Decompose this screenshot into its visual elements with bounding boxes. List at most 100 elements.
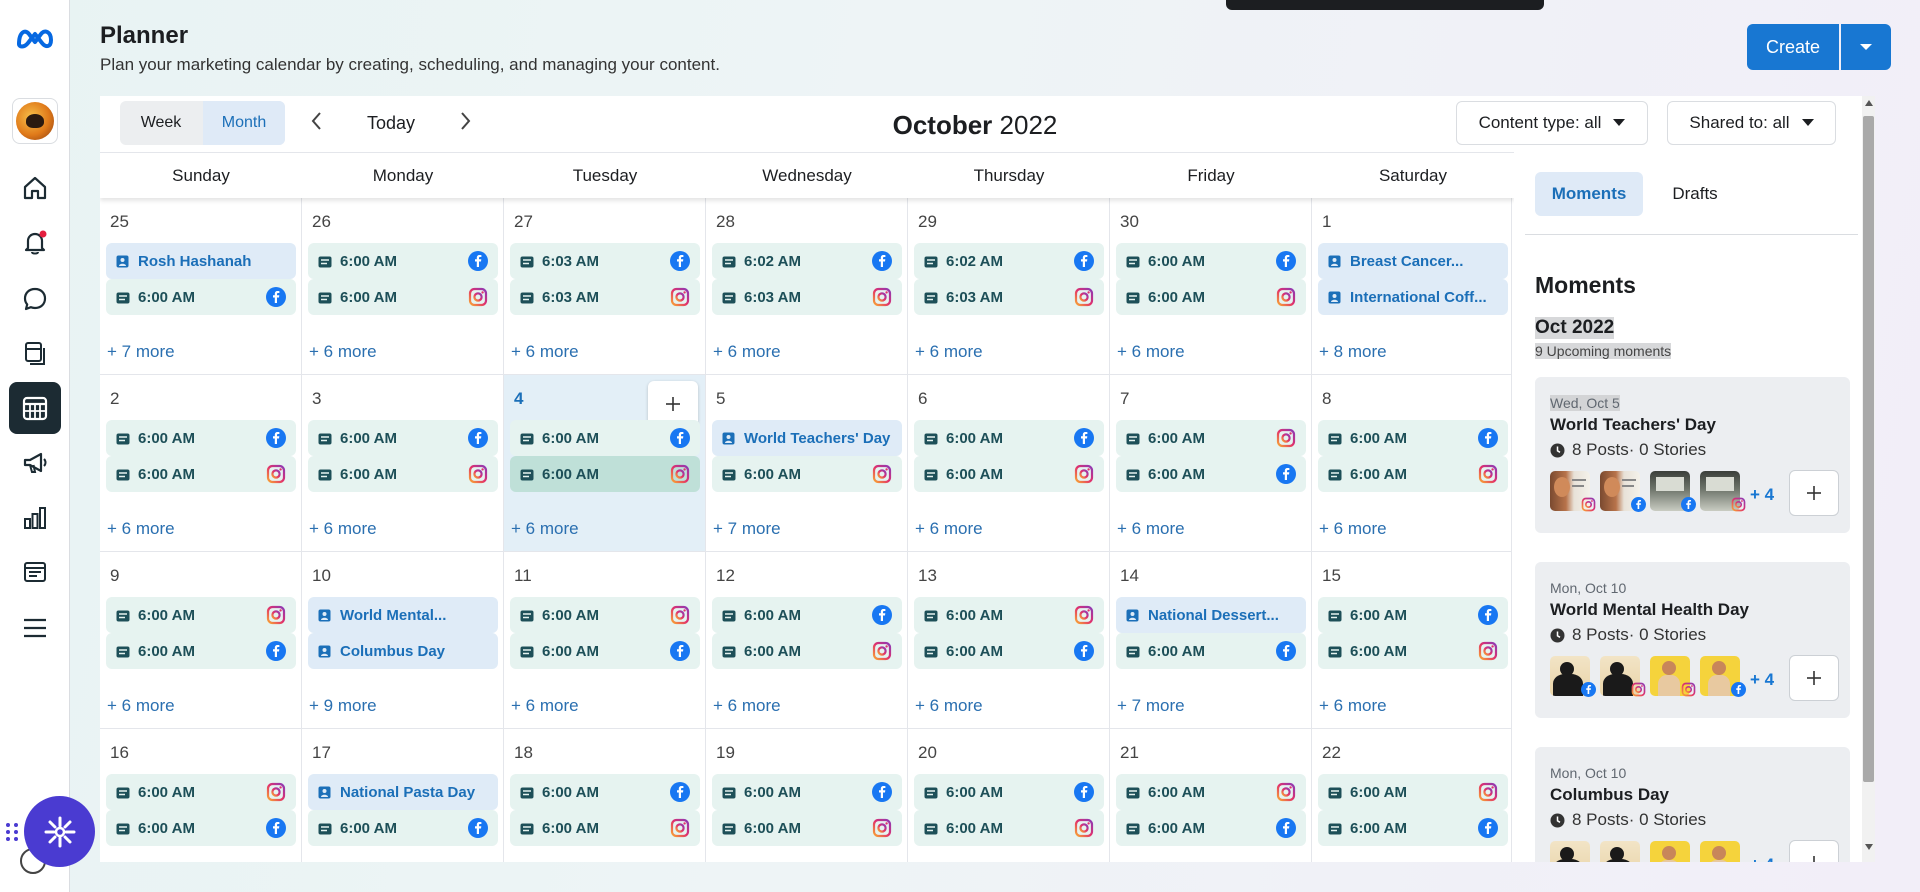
more-posts-link[interactable]: + 6 more	[713, 696, 781, 716]
scheduled-post[interactable]: 6:00 AM	[510, 420, 700, 456]
post-thumbnail[interactable]	[1600, 656, 1646, 697]
post-thumbnail[interactable]	[1550, 841, 1590, 862]
more-posts-link[interactable]: + 6 more	[1117, 342, 1185, 362]
week-view-button[interactable]: Week	[120, 101, 202, 145]
more-posts-link[interactable]: + 7 more	[713, 519, 781, 539]
post-thumbnail[interactable]	[1550, 656, 1596, 697]
more-thumbnails-count[interactable]: + 4	[1750, 485, 1774, 505]
scheduled-post[interactable]: 6:00 AM	[1116, 279, 1306, 315]
scheduled-post[interactable]: 6:00 AM	[1318, 597, 1508, 633]
more-posts-link[interactable]: + 6 more	[107, 696, 175, 716]
insights-icon[interactable]	[9, 492, 61, 544]
day-cell[interactable]: 2 6:00 AM 6:00 AM + 6 more	[100, 375, 302, 552]
add-moment-post-button[interactable]	[1789, 840, 1839, 862]
day-cell[interactable]: 7 6:00 AM 6:00 AM + 6 more	[1110, 375, 1312, 552]
scheduled-post[interactable]: 6:00 AM	[914, 420, 1104, 456]
scheduled-post[interactable]: 6:03 AM	[510, 243, 700, 279]
scheduled-post[interactable]: 6:00 AM	[510, 810, 700, 846]
more-posts-link[interactable]: + 6 more	[511, 519, 579, 539]
more-posts-link[interactable]: + 6 more	[915, 519, 983, 539]
post-thumbnail[interactable]	[1600, 471, 1646, 512]
scheduled-post[interactable]: 6:03 AM	[510, 279, 700, 315]
create-dropdown-button[interactable]	[1841, 24, 1891, 70]
more-posts-link[interactable]: + 8 more	[1319, 342, 1387, 362]
scheduled-post[interactable]: 6:00 AM	[106, 774, 296, 810]
planner-icon[interactable]	[9, 382, 61, 434]
post-thumbnail[interactable]	[1650, 841, 1690, 862]
scrollbar[interactable]	[1862, 96, 1875, 862]
more-posts-link[interactable]: + 6 more	[1117, 519, 1185, 539]
scheduled-post[interactable]: 6:00 AM	[1318, 420, 1508, 456]
day-cell[interactable]: 21 6:00 AM 6:00 AM	[1110, 729, 1312, 862]
day-cell[interactable]: 15 6:00 AM 6:00 AM + 6 more	[1312, 552, 1512, 729]
scheduled-post[interactable]: 6:00 AM	[308, 810, 498, 846]
more-posts-link[interactable]: + 6 more	[309, 519, 377, 539]
day-cell[interactable]: 3 6:00 AM 6:00 AM + 6 more	[302, 375, 504, 552]
day-cell[interactable]: 27 6:03 AM 6:03 AM + 6 more	[504, 198, 706, 375]
today-button[interactable]: Today	[367, 113, 415, 134]
scheduled-post[interactable]: 6:00 AM	[914, 597, 1104, 633]
meta-logo-icon[interactable]	[9, 12, 61, 64]
scheduled-post[interactable]: 6:00 AM	[1116, 810, 1306, 846]
pages-icon[interactable]	[9, 546, 61, 598]
more-posts-link[interactable]: + 6 more	[915, 342, 983, 362]
day-cell[interactable]: 13 6:00 AM 6:00 AM + 6 more	[908, 552, 1110, 729]
day-cell[interactable]: 29 6:02 AM 6:03 AM + 6 more	[908, 198, 1110, 375]
moment-chip[interactable]: Columbus Day	[308, 633, 498, 669]
scheduled-post[interactable]: 6:00 AM	[914, 633, 1104, 669]
more-posts-link[interactable]: + 6 more	[511, 342, 579, 362]
scheduled-post[interactable]: 6:00 AM	[1116, 243, 1306, 279]
scheduled-post[interactable]: 6:00 AM	[510, 774, 700, 810]
more-posts-link[interactable]: + 9 more	[309, 696, 377, 716]
scheduled-post[interactable]: 6:00 AM	[1318, 810, 1508, 846]
more-posts-link[interactable]: + 7 more	[1117, 696, 1185, 716]
moment-chip[interactable]: World Mental...	[308, 597, 498, 633]
scheduled-post[interactable]: 6:00 AM	[1116, 633, 1306, 669]
day-cell[interactable]: 16 6:00 AM 6:00 AM	[100, 729, 302, 862]
post-thumbnail[interactable]	[1650, 656, 1696, 697]
day-cell[interactable]: 11 6:00 AM 6:00 AM + 6 more	[504, 552, 706, 729]
day-cell[interactable]: 26 6:00 AM 6:00 AM + 6 more	[302, 198, 504, 375]
month-view-button[interactable]: Month	[203, 101, 285, 145]
scheduled-post[interactable]: 6:00 AM	[712, 633, 902, 669]
scheduled-post[interactable]: 6:00 AM	[308, 243, 498, 279]
drag-handle-icon[interactable]	[4, 822, 20, 842]
more-posts-link[interactable]: + 6 more	[1319, 519, 1387, 539]
post-thumbnail[interactable]	[1650, 471, 1696, 512]
scheduled-post[interactable]: 6:00 AM	[914, 774, 1104, 810]
scheduled-post[interactable]: 6:00 AM	[510, 633, 700, 669]
scheduled-post[interactable]: 6:00 AM	[510, 456, 700, 492]
scheduled-post[interactable]: 6:00 AM	[308, 456, 498, 492]
day-cell[interactable]: 8 6:00 AM 6:00 AM + 6 more	[1312, 375, 1512, 552]
day-cell[interactable]: 28 6:02 AM 6:03 AM + 6 more	[706, 198, 908, 375]
moment-card[interactable]: Mon, Oct 10 World Mental Health Day 8 Post…	[1535, 562, 1850, 718]
menu-icon[interactable]	[9, 602, 61, 654]
more-posts-link[interactable]: + 7 more	[107, 342, 175, 362]
more-posts-link[interactable]: + 6 more	[107, 519, 175, 539]
moment-chip[interactable]: Rosh Hashanah	[106, 243, 296, 279]
moment-chip[interactable]: International Coff...	[1318, 279, 1508, 315]
ads-icon[interactable]	[9, 437, 61, 489]
scheduled-post[interactable]: 6:00 AM	[308, 420, 498, 456]
scroll-down-icon[interactable]	[1865, 844, 1873, 850]
post-thumbnail[interactable]	[1700, 656, 1746, 697]
content-type-filter[interactable]: Content type: all	[1456, 101, 1648, 145]
more-thumbnails-count[interactable]: + 4	[1750, 855, 1774, 862]
day-cell[interactable]: 6 6:00 AM 6:00 AM + 6 more	[908, 375, 1110, 552]
scheduled-post[interactable]: 6:00 AM	[1318, 633, 1508, 669]
next-month-button[interactable]	[453, 108, 477, 139]
scheduled-post[interactable]: 6:00 AM	[106, 456, 296, 492]
moment-chip[interactable]: World Teachers' Day	[712, 420, 902, 456]
scheduled-post[interactable]: 6:03 AM	[712, 279, 902, 315]
day-cell[interactable]: 12 6:00 AM 6:00 AM + 6 more	[706, 552, 908, 729]
content-icon[interactable]	[9, 327, 61, 379]
day-cell[interactable]: 9 6:00 AM 6:00 AM + 6 more	[100, 552, 302, 729]
scheduled-post[interactable]: 6:00 AM	[510, 597, 700, 633]
notifications-icon[interactable]	[9, 217, 61, 269]
more-posts-link[interactable]: + 6 more	[309, 342, 377, 362]
scheduled-post[interactable]: 6:00 AM	[712, 774, 902, 810]
day-cell[interactable]: 5 World Teachers' Day 6:00 AM + 7 more	[706, 375, 908, 552]
moment-card[interactable]: Mon, Oct 10 Columbus Day 8 Posts· 0 Storie…	[1535, 747, 1850, 862]
scheduled-post[interactable]: 6:03 AM	[914, 279, 1104, 315]
scheduled-post[interactable]: 6:00 AM	[106, 810, 296, 846]
